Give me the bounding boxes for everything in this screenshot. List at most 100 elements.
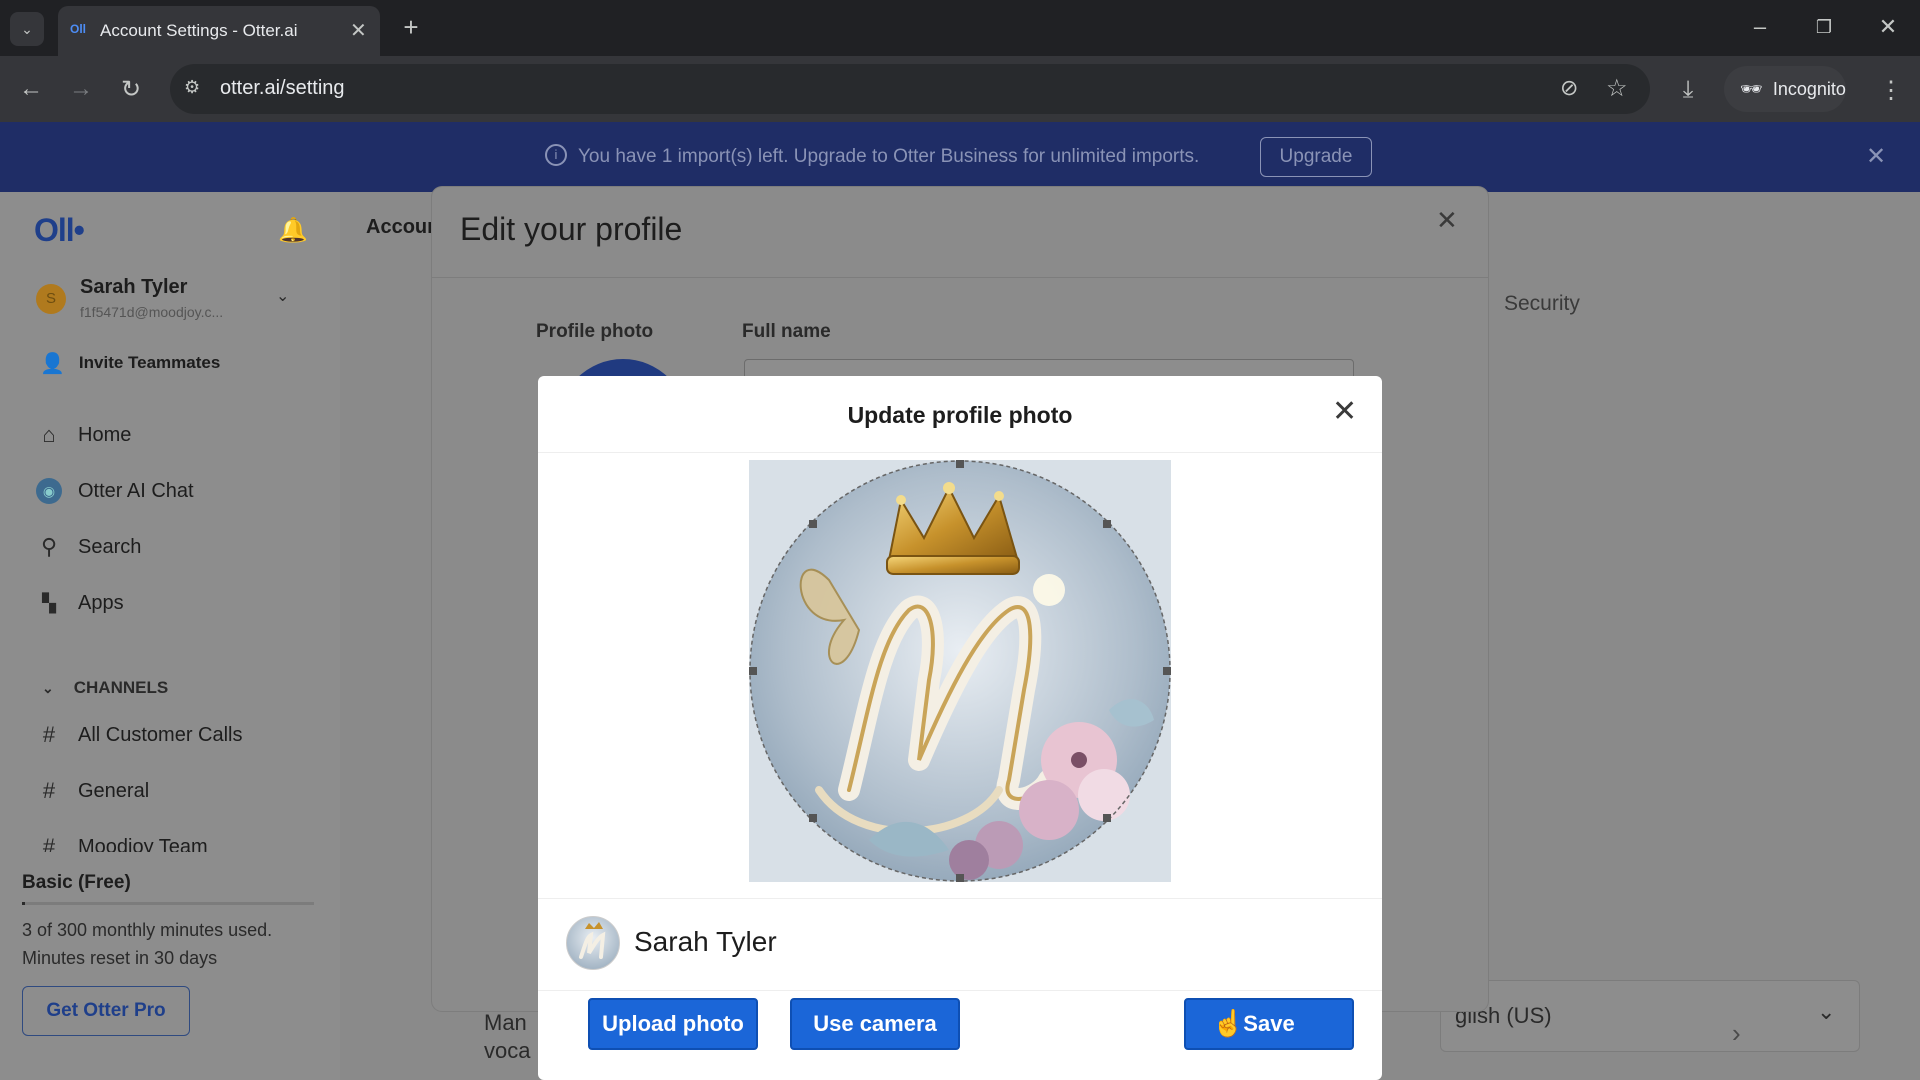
forward-icon[interactable]: → — [64, 72, 98, 106]
chevron-down-icon: ⌄ — [1817, 999, 1836, 1024]
upload-photo-button[interactable]: Upload photo — [588, 998, 758, 1050]
language-select[interactable]: glish (US) ⌄ — [1440, 980, 1860, 1052]
nav-apps[interactable]: ▚ Apps — [36, 590, 124, 616]
channels-heading: CHANNELS — [73, 678, 169, 697]
modal-divider-middle — [538, 898, 1382, 899]
minimize-icon[interactable]: – — [1740, 10, 1780, 44]
usage-bar — [22, 902, 314, 905]
channels-header[interactable]: ⌄ CHANNELS — [42, 678, 168, 698]
preview-name: Sarah Tyler — [634, 926, 777, 957]
save-label: Save — [1243, 1011, 1295, 1036]
nav-search[interactable]: ⚲ Search — [36, 534, 141, 560]
collapse-chevron-icon: ⌄ — [42, 679, 54, 696]
save-button[interactable]: Save — [1184, 998, 1354, 1050]
crop-handle-left[interactable] — [749, 667, 757, 675]
otter-page: i You have 1 import(s) left. Upgrade to … — [0, 122, 1920, 1080]
crop-handle-bottom-left[interactable] — [809, 814, 817, 822]
preview-avatar-art — [579, 922, 606, 959]
nav-home-label: Home — [78, 423, 132, 446]
site-info-icon[interactable]: ⚙ — [184, 77, 200, 98]
user-name: Sarah Tyler — [80, 276, 188, 298]
crop-handle-right[interactable] — [1163, 667, 1171, 675]
nav-apps-label: Apps — [78, 591, 124, 614]
invite-teammates-button[interactable]: 👤 Invite Teammates — [22, 338, 314, 388]
edit-profile-close-icon[interactable]: ✕ — [1436, 205, 1458, 236]
preview-avatar — [566, 916, 620, 970]
add-person-icon: 👤 — [40, 352, 65, 375]
channel-moodjoy-team[interactable]: # Moodjoy Team — [36, 834, 208, 852]
incognito-icon: 🕶 — [1740, 78, 1763, 99]
upload-photo-label: Upload photo — [602, 1011, 744, 1036]
otter-favicon: Oll — [70, 22, 87, 36]
nav-chat-label: Otter AI Chat — [78, 479, 194, 502]
hash-icon: # — [42, 722, 56, 747]
update-photo-close-icon[interactable]: ✕ — [1332, 394, 1357, 429]
restore-icon[interactable]: ❐ — [1804, 10, 1844, 44]
eye-off-icon[interactable]: ⊘ — [1560, 75, 1578, 101]
crop-handle-top-right[interactable] — [1103, 520, 1111, 528]
plan-name: Basic (Free) — [22, 872, 131, 893]
update-photo-title: Update profile photo — [847, 402, 1073, 428]
tab-close-icon[interactable]: ✕ — [350, 18, 367, 43]
reload-icon[interactable]: ↻ — [114, 72, 148, 106]
channel-list-clip: # Moodjoy Team — [0, 828, 340, 852]
full-name-label: Full name — [742, 321, 831, 342]
nav-search-label: Search — [78, 535, 142, 558]
browser-menu-icon[interactable]: ⋮ — [1876, 72, 1906, 108]
browser-toolbar: ← → ↻ ⚙ otter.ai/setting ⊘ ☆ ⤓ 🕶 Incogni… — [0, 56, 1920, 122]
crop-handle-top[interactable] — [956, 460, 964, 468]
bottom-row-text-1: Man — [484, 1010, 527, 1035]
home-icon: ⌂ — [42, 422, 56, 447]
mouse-pointer-icon: ☝ — [1212, 1008, 1245, 1038]
window-close-icon[interactable]: ✕ — [1868, 10, 1908, 44]
bottom-row-text-2: voca — [484, 1038, 531, 1063]
search-icon: ⚲ — [40, 534, 58, 559]
get-otter-pro-button[interactable]: Get Otter Pro — [22, 986, 190, 1036]
banner-message: You have 1 import(s) left. Upgrade to Ot… — [578, 146, 1200, 167]
info-icon: i — [545, 144, 567, 166]
address-bar[interactable]: ⚙ otter.ai/setting ⊘ ☆ — [170, 64, 1650, 114]
browser-tab-active[interactable]: Oll Account Settings - Otter.ai ✕ — [58, 6, 380, 56]
sidebar: Oll• 🔔 S Sarah Tyler f1f5471d@moodjoy.c.… — [0, 192, 340, 1080]
url-text: otter.ai/setting — [220, 77, 345, 99]
tab-search-chevron-icon[interactable]: ⌄ — [10, 12, 44, 46]
nav-home[interactable]: ⌂ Home — [36, 422, 131, 448]
channel-all-customer-calls[interactable]: # All Customer Calls — [36, 722, 243, 748]
back-icon[interactable]: ← — [14, 72, 48, 106]
user-account-switcher[interactable]: S Sarah Tyler f1f5471d@moodjoy.c... ⌄ — [22, 268, 314, 330]
crop-handle-bottom-right[interactable] — [1103, 814, 1111, 822]
channel-label: Moodjoy Team — [78, 835, 208, 853]
nav-otter-ai-chat[interactable]: ◉ Otter AI Chat — [36, 478, 194, 504]
banner-close-icon[interactable]: ✕ — [1866, 142, 1886, 171]
upgrade-label: Upgrade — [1279, 146, 1353, 167]
incognito-chip[interactable]: 🕶 Incognito — [1724, 66, 1846, 112]
hash-icon: # — [42, 778, 56, 803]
crop-handle-top-left[interactable] — [809, 520, 817, 528]
browser-tab-strip: ⌄ Oll Account Settings - Otter.ai ✕ + – … — [0, 0, 1920, 56]
incognito-label: Incognito — [1772, 78, 1846, 99]
otter-chat-icon: ◉ — [36, 478, 62, 504]
new-tab-icon[interactable]: + — [396, 12, 426, 42]
bell-icon[interactable]: 🔔 — [278, 216, 308, 245]
avatar: S — [36, 284, 66, 314]
tab-title: Account Settings - Otter.ai — [100, 21, 298, 40]
settings-heading: Accoun — [366, 216, 440, 238]
usage-line-1: 3 of 300 monthly minutes used. — [22, 920, 273, 940]
crop-image[interactable] — [749, 460, 1171, 882]
modal-divider-top — [538, 452, 1382, 453]
channel-label: General — [78, 779, 150, 802]
channel-general[interactable]: # General — [36, 778, 149, 804]
banner-upgrade-button[interactable]: Upgrade — [1260, 137, 1372, 177]
edit-profile-divider — [432, 277, 1488, 278]
profile-photo-label: Profile photo — [536, 321, 654, 342]
modal-divider-bottom — [538, 990, 1382, 991]
usage-line-2: Minutes reset in 30 days — [22, 948, 218, 968]
use-camera-button[interactable]: Use camera — [790, 998, 960, 1050]
tab-security[interactable]: Security — [1504, 292, 1580, 316]
bookmark-star-icon[interactable]: ☆ — [1606, 74, 1628, 103]
crop-handle-bottom[interactable] — [956, 874, 964, 882]
otter-logo[interactable]: Oll• — [34, 212, 85, 249]
hash-icon: # — [42, 834, 56, 852]
download-icon[interactable]: ⤓ — [1670, 72, 1706, 108]
chevron-right-icon[interactable]: › — [1732, 1018, 1741, 1049]
